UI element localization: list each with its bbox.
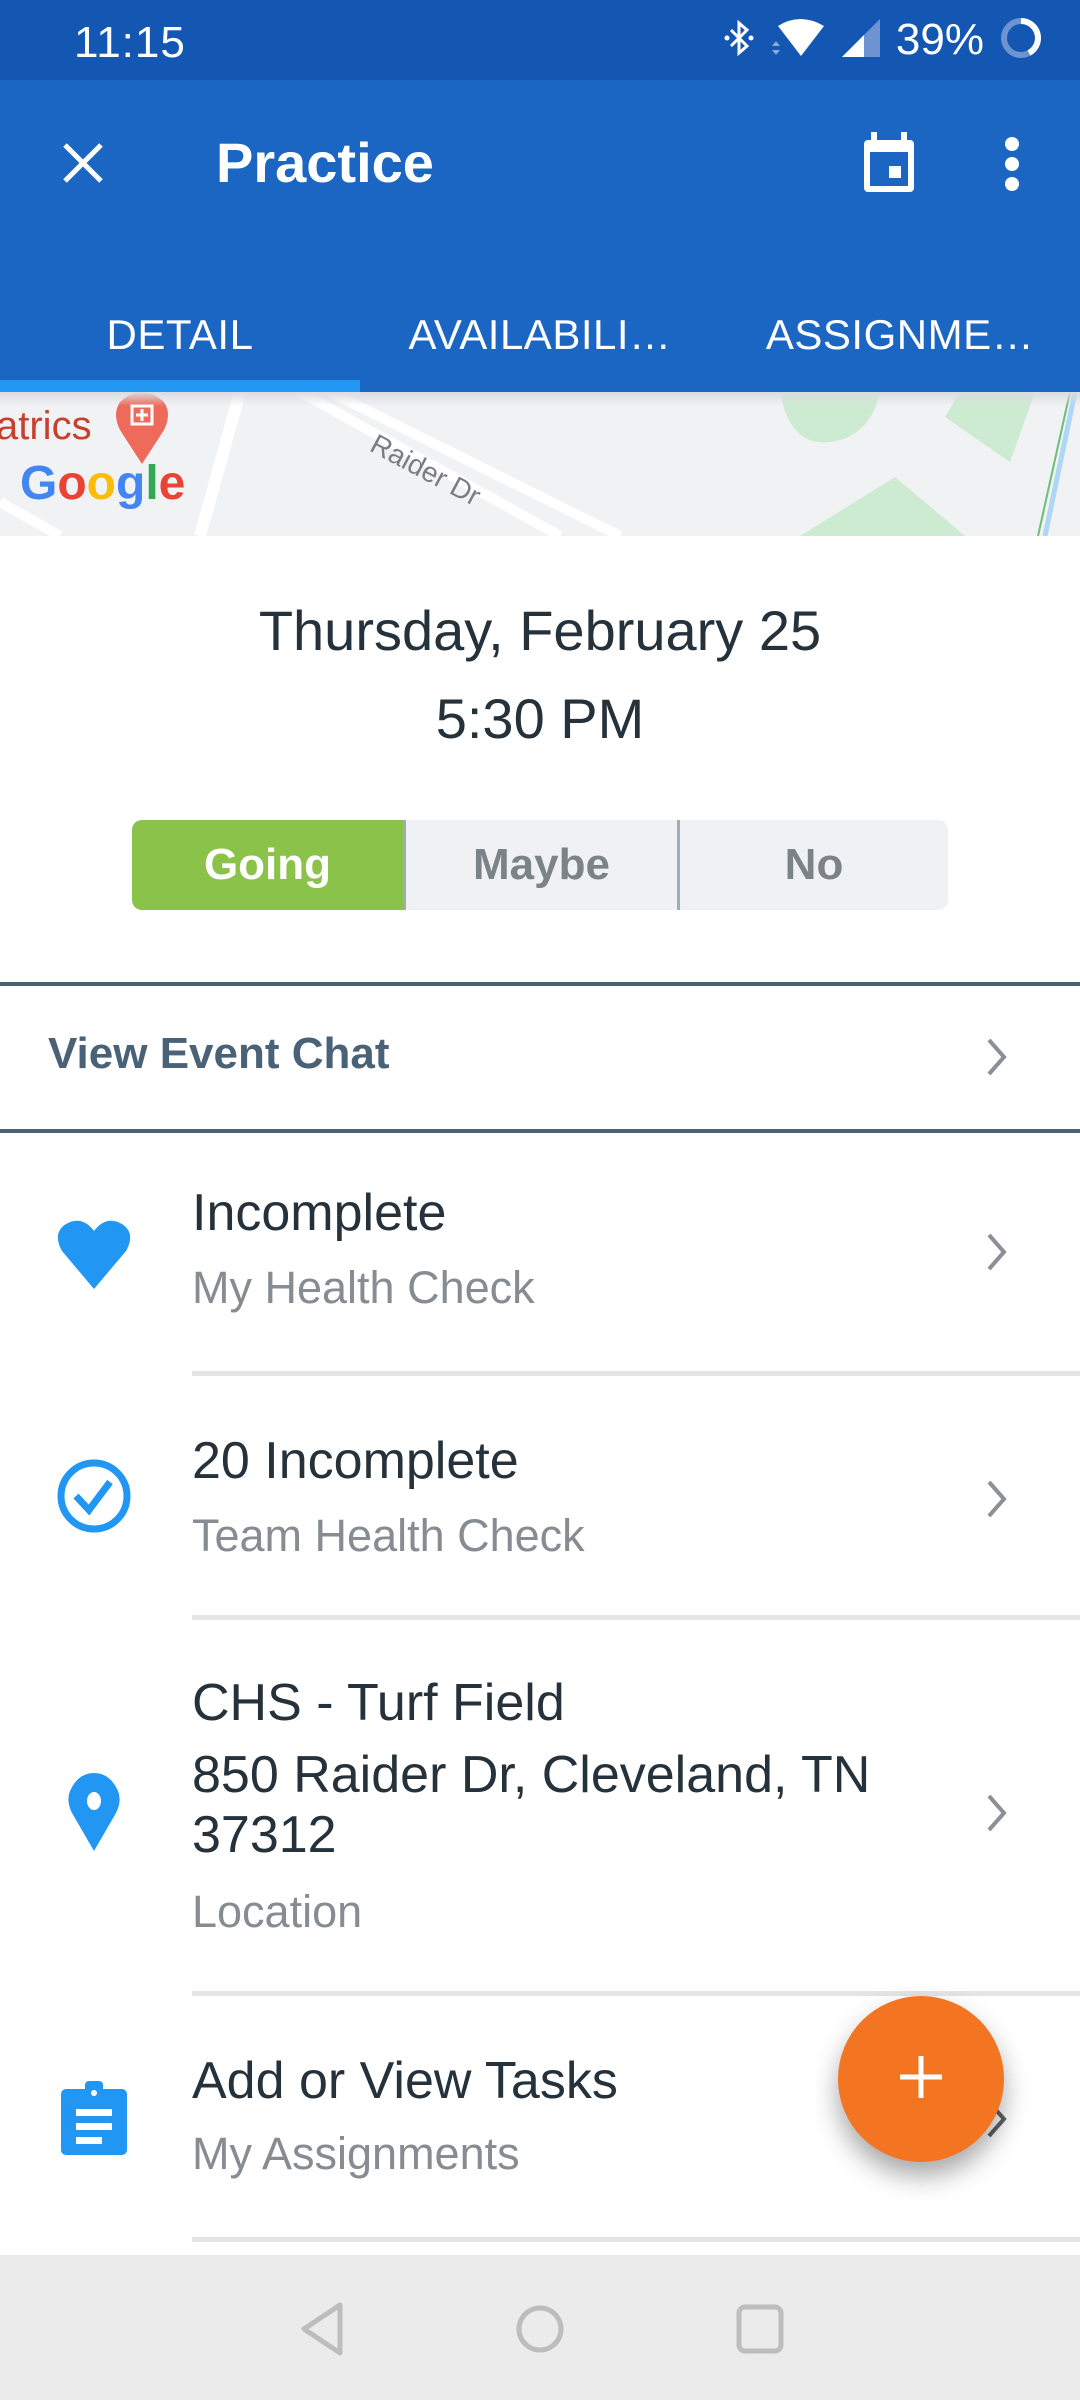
wifi-icon (770, 16, 826, 65)
my-health-check-row[interactable]: Incomplete My Health Check (0, 1160, 1080, 1373)
nav-back-button[interactable] (282, 2291, 362, 2371)
row-title: Incomplete (192, 1184, 447, 1242)
system-nav-bar (0, 2255, 1080, 2400)
tab-availability[interactable]: AVAILABILI… (360, 290, 720, 380)
recents-icon (735, 2303, 785, 2360)
status-icons: 39% (722, 14, 1044, 66)
status-bar: 11:15 39% (0, 0, 1080, 80)
row-title: 20 Incomplete (192, 1432, 519, 1490)
calendar-icon (861, 130, 917, 199)
tab-assignments[interactable]: ASSIGNME… (720, 290, 1080, 380)
row-subtitle: My Assignments (192, 2128, 520, 2179)
location-row[interactable]: CHS - Turf Field 850 Raider Dr, Clevelan… (0, 1620, 1080, 1992)
cell-signal-icon (840, 17, 882, 64)
add-fab-button[interactable] (838, 1996, 1004, 2162)
team-health-check-row[interactable]: 20 Incomplete Team Health Check (0, 1376, 1080, 1616)
plus-icon (898, 2054, 944, 2105)
location-address-line1: 850 Raider Dr, Cleveland, TN (192, 1746, 871, 1804)
view-event-chat-label: View Event Chat (48, 1029, 390, 1078)
row-subtitle: Location (192, 1886, 363, 1937)
home-icon (514, 2303, 566, 2360)
app-bar-shadow (0, 392, 1080, 406)
chevron-right-icon (982, 1032, 1012, 1082)
tab-detail[interactable]: DETAIL (0, 290, 360, 380)
location-address-line2: 37312 (192, 1806, 337, 1864)
rsvp-segmented-control: Going Maybe No (132, 820, 948, 910)
row-separator (192, 2237, 1080, 2242)
view-event-chat-row[interactable]: View Event Chat (0, 987, 1080, 1130)
chevron-right-icon (982, 1227, 1012, 1277)
google-logo: Google (20, 457, 186, 510)
nav-recents-button[interactable] (720, 2291, 800, 2371)
map-preview[interactable]: atrics Raider Dr Google (0, 392, 1080, 536)
rsvp-going-button[interactable]: Going (132, 820, 403, 910)
check-circle-icon (54, 1456, 134, 1536)
rsvp-no-button[interactable]: No (677, 820, 948, 910)
divider (0, 982, 1080, 986)
tab-indicator (0, 380, 360, 392)
chevron-right-icon (982, 1474, 1012, 1524)
page-title: Practice (216, 131, 434, 194)
battery-percent: 39% (895, 15, 984, 64)
close-icon (61, 141, 105, 190)
bluetooth-icon (722, 18, 756, 63)
nav-home-button[interactable] (500, 2291, 580, 2371)
rsvp-maybe-button[interactable]: Maybe (403, 820, 677, 910)
add-to-calendar-button[interactable] (850, 124, 928, 204)
location-pin-icon (54, 1768, 134, 1858)
clipboard-icon (54, 2072, 134, 2162)
status-time: 11:15 (74, 18, 186, 67)
event-date: Thursday, February 25 (258, 599, 822, 662)
close-button[interactable] (50, 132, 116, 198)
location-name: CHS - Turf Field (192, 1674, 565, 1732)
row-subtitle: My Health Check (192, 1262, 535, 1313)
divider (0, 1129, 1080, 1133)
row-title: Add or View Tasks (192, 2052, 618, 2110)
row-subtitle: Team Health Check (192, 1510, 585, 1561)
battery-ring-icon (998, 15, 1044, 66)
more-options-button[interactable] (990, 130, 1034, 202)
more-vert-icon (1004, 136, 1020, 197)
chevron-right-icon (982, 1788, 1012, 1838)
back-icon (298, 2301, 346, 2362)
event-time: 5:30 PM (435, 687, 645, 750)
app-bar: Practice DETAIL AVAILABILI… ASSIGNME… (0, 80, 1080, 392)
heart-icon (54, 1215, 134, 1295)
map-poi-label: atrics (0, 404, 92, 448)
